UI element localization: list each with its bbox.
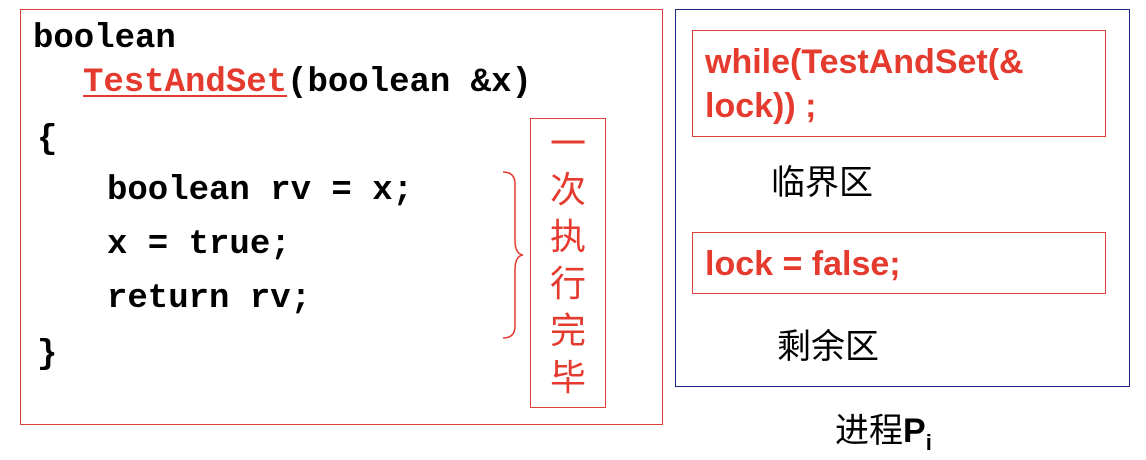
code-line-body-1: boolean rv = x;: [107, 172, 414, 210]
function-params: (boolean &x): [287, 64, 532, 102]
caption-main: 进程: [835, 411, 903, 451]
annotation-char: 毕: [549, 358, 586, 399]
entry-section-code: while(TestAndSet(& lock)) ;: [705, 43, 1024, 125]
annotation-char: 行: [549, 264, 586, 305]
process-caption: 进程Pi: [835, 414, 932, 454]
code-open-brace: {: [37, 121, 58, 159]
exit-section-code: lock = false;: [705, 245, 901, 283]
exit-section-box: lock = false;: [692, 232, 1106, 294]
function-name: TestAndSet: [83, 64, 288, 102]
critical-section-label: 临界区: [771, 163, 873, 203]
atomic-annotation-box: 一 次 执 行 完 毕: [530, 118, 606, 408]
annotation-char: 次: [549, 170, 586, 211]
remainder-section-label: 剩余区: [777, 327, 879, 367]
code-line-return-type: boolean: [33, 20, 176, 58]
annotation-char: 执: [549, 217, 586, 258]
caption-letter: P: [903, 412, 926, 450]
code-close-brace: }: [37, 336, 58, 374]
curly-brace-icon: [502, 171, 524, 339]
code-line-body-3: return rv;: [107, 280, 312, 318]
annotation-char: 一: [549, 124, 586, 165]
caption-subscript: i: [925, 430, 932, 455]
code-line-body-2: x = true;: [107, 226, 291, 264]
entry-section-box: while(TestAndSet(& lock)) ;: [692, 30, 1106, 137]
annotation-char: 完: [549, 311, 586, 352]
code-line-signature: TestAndSet(boolean &x): [83, 66, 532, 100]
